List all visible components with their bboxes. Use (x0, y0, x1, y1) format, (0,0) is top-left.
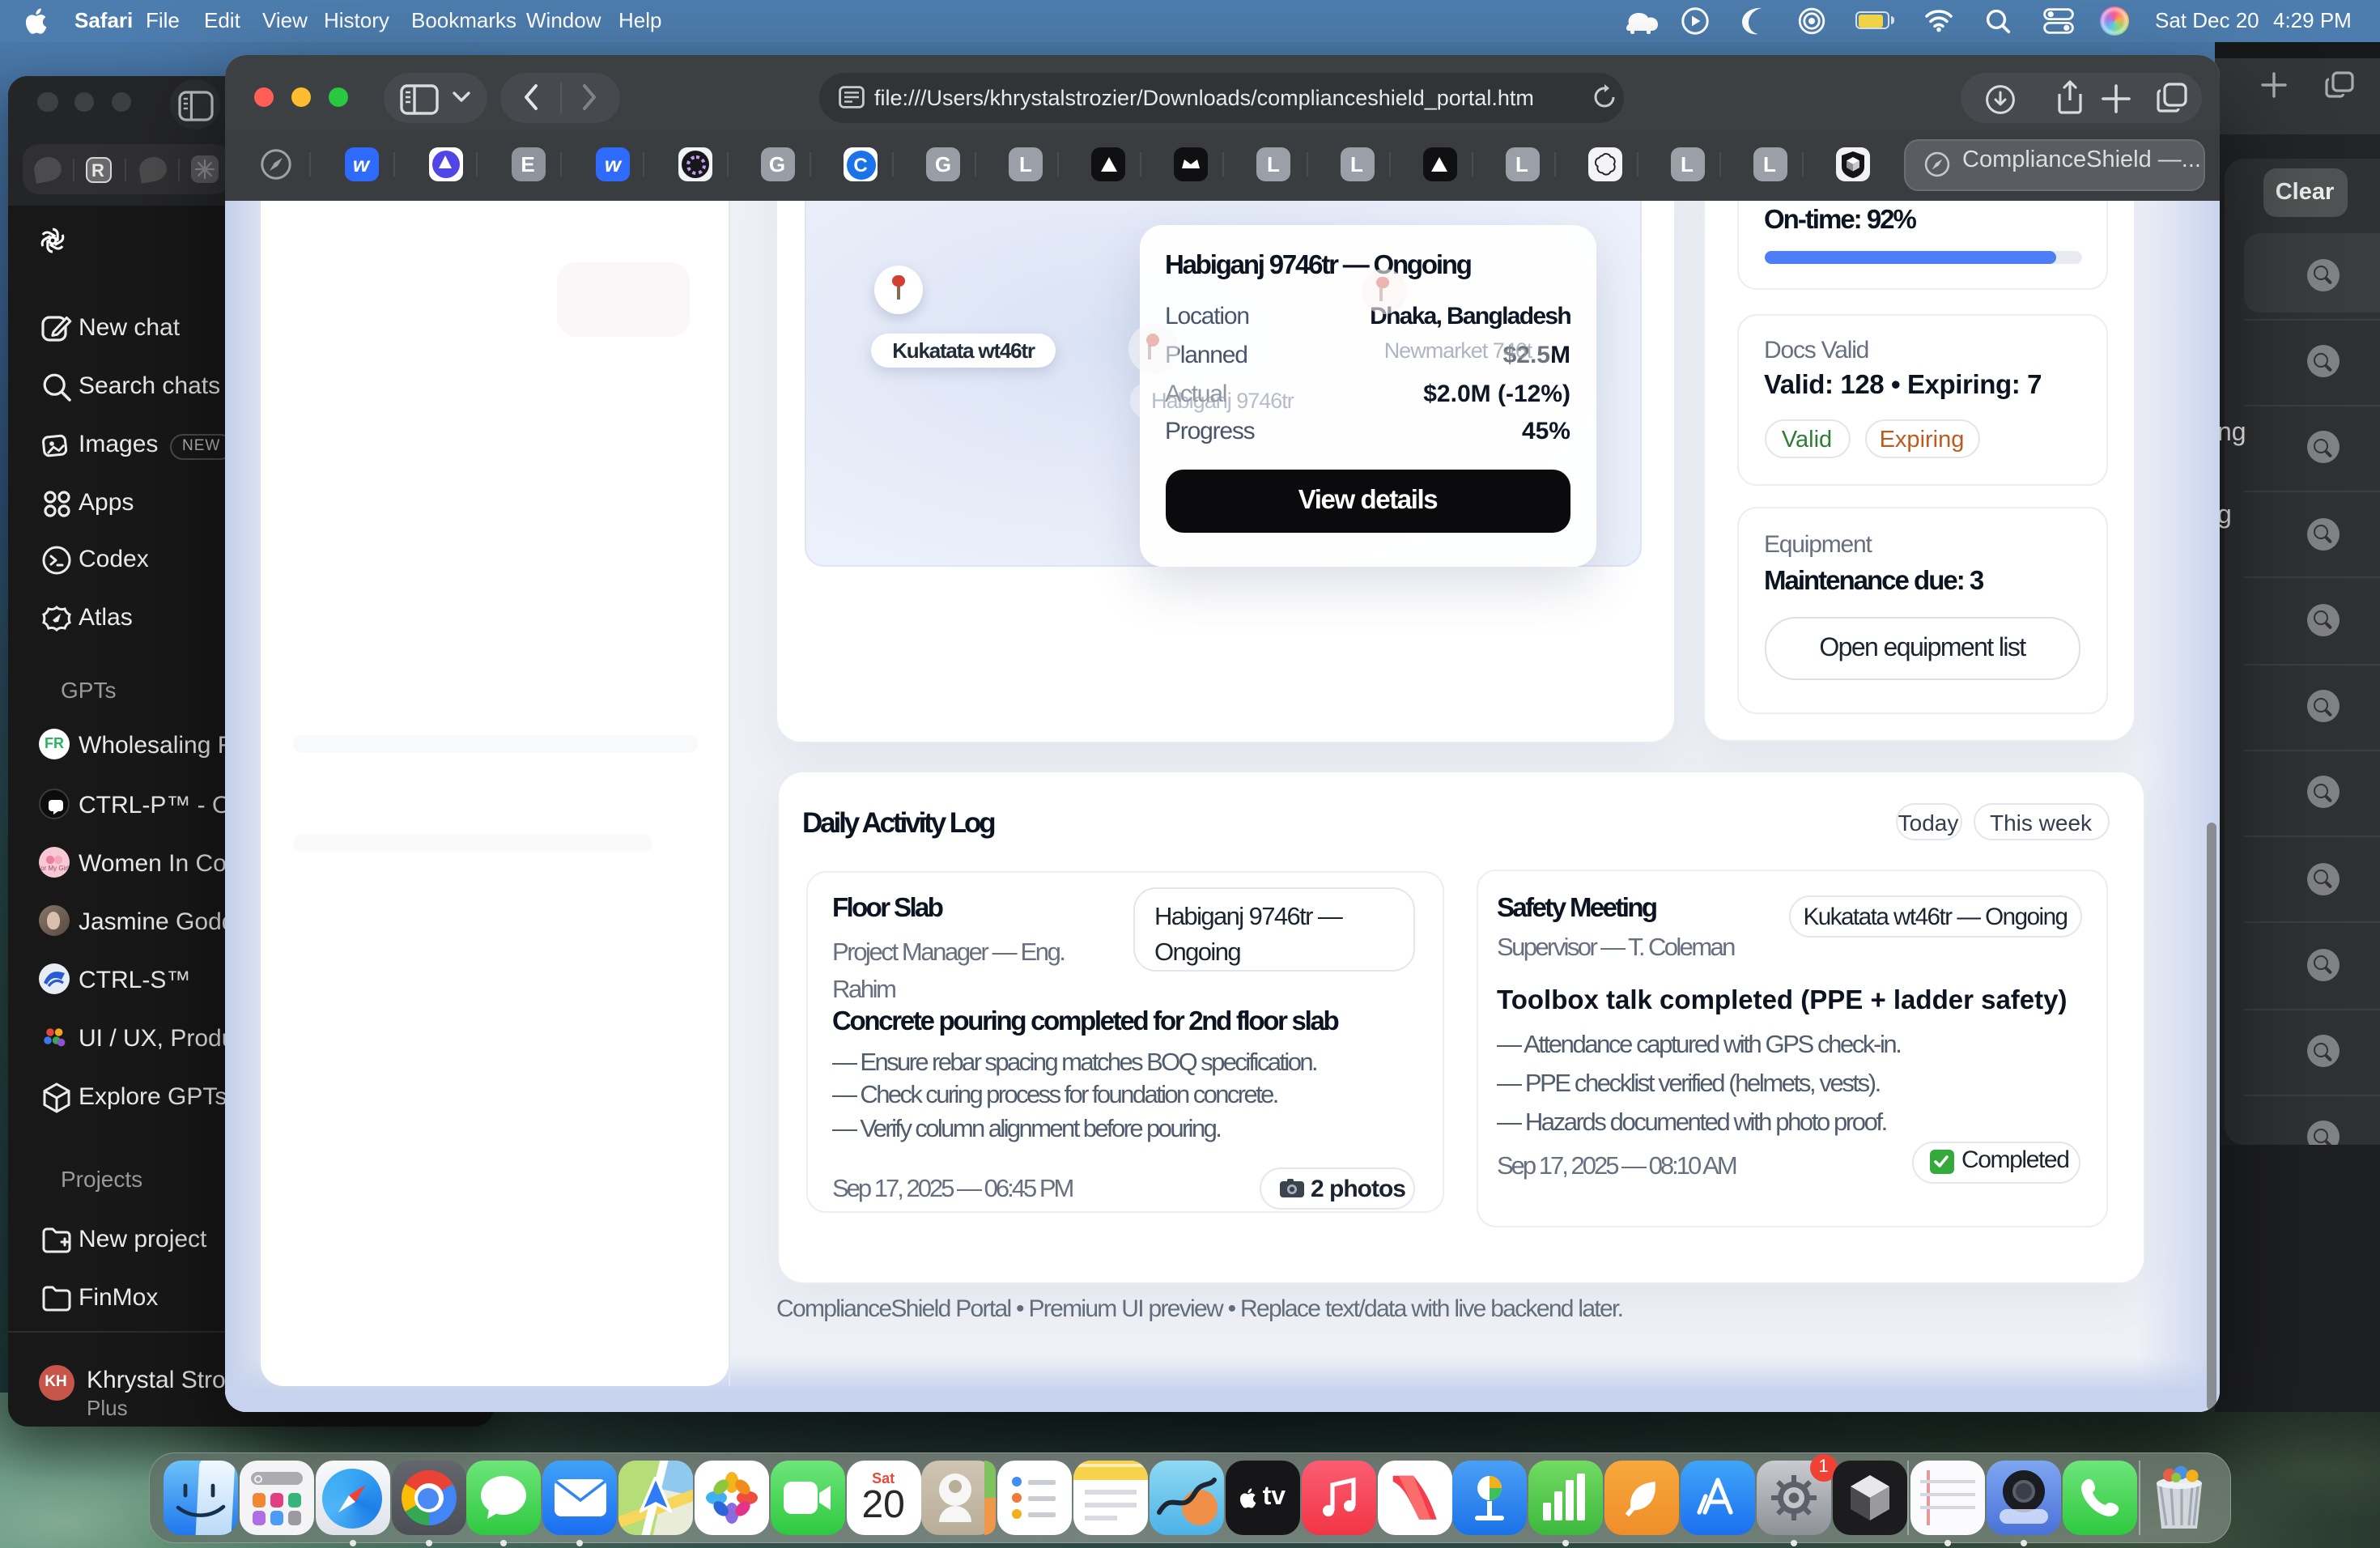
svg-text:FR: FR (44, 735, 63, 751)
svg-text:For My Girls: For My Girls (38, 865, 69, 872)
